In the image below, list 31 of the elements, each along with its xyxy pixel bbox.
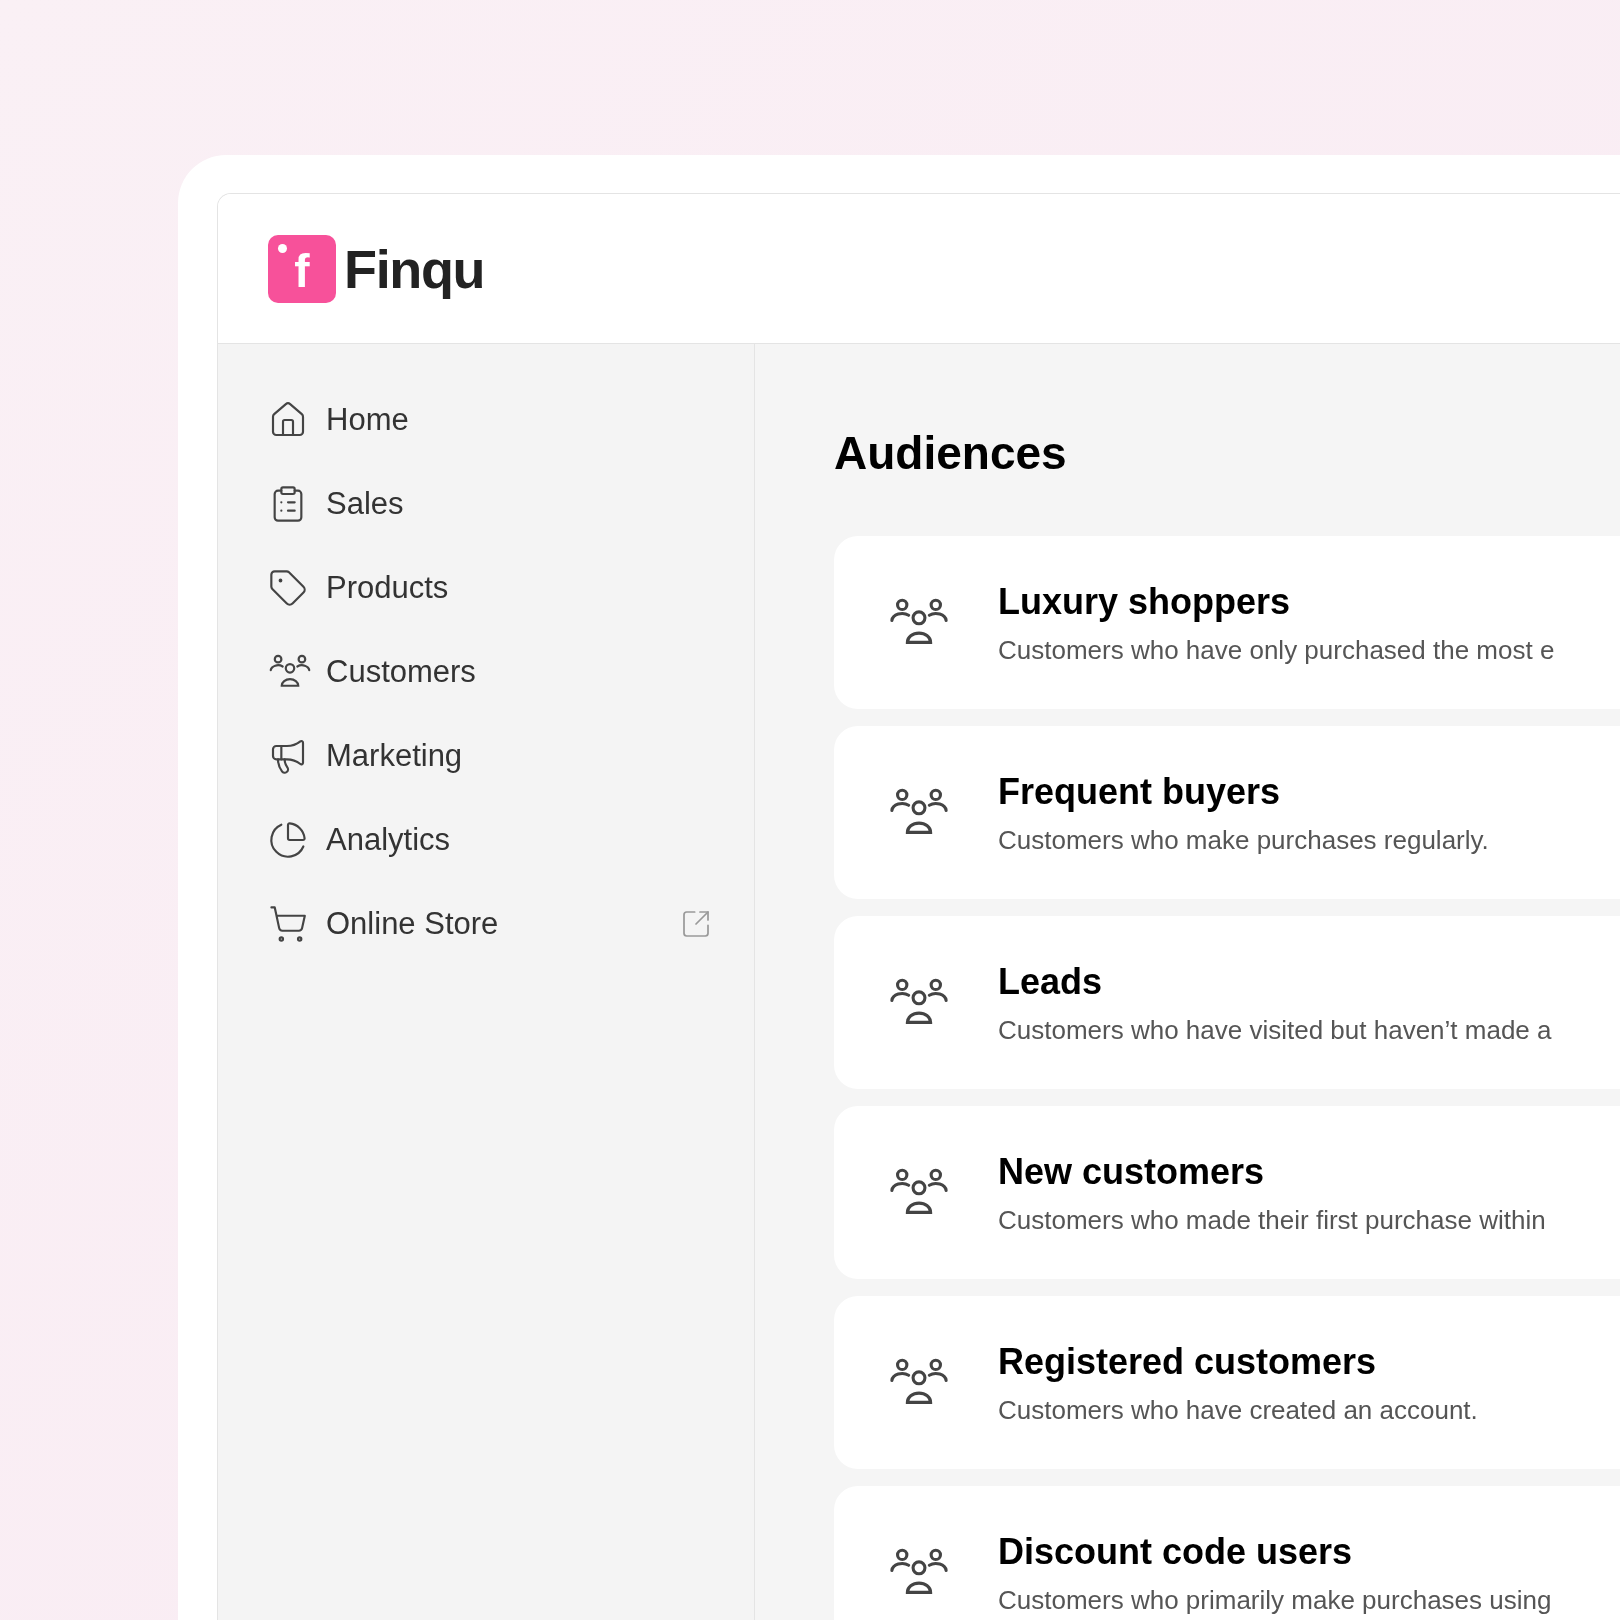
audience-card[interactable]: Registered customers Customers who have created an account. (834, 1296, 1620, 1469)
sidebar-item[interactable]: Sales (268, 484, 712, 524)
audience-name: Frequent buyers (998, 769, 1282, 814)
audience-card[interactable]: Luxury shoppers Customers who have only purchased the most e (834, 536, 1620, 709)
audience-card[interactable]: Leads Customers who have visited but haven’t made a (834, 916, 1620, 1089)
audience-name: New customers (998, 1149, 1266, 1194)
audience-name: Registered customers (998, 1339, 1378, 1384)
sidebar-item[interactable]: Customers (268, 652, 712, 692)
cart-icon (268, 904, 308, 944)
audience-description: Customers who primarily make purchases using (998, 1583, 1552, 1617)
sidebar-item[interactable]: Products (268, 568, 712, 608)
tag-icon (268, 568, 308, 608)
audience-name: Discount code users (998, 1529, 1354, 1574)
sidebar-item[interactable]: Home (268, 400, 712, 440)
audience-card[interactable]: Discount code users Customers who primarily make purchases using (834, 1486, 1620, 1620)
page-title: Audiences (834, 430, 1068, 476)
audience-description: Customers who make purchases regularly. (998, 823, 1489, 857)
audience-description: Customers who have visited but haven’t made a (998, 1013, 1552, 1047)
audience-name: Leads (998, 959, 1104, 1004)
audience-card[interactable]: New customers Customers who made their first purchase within (834, 1106, 1620, 1279)
audience-card[interactable]: Frequent buyers Customers who make purchases regularly. (834, 726, 1620, 899)
audience-description: Customers who made their first purchase within (998, 1203, 1546, 1237)
pie-chart-icon (268, 820, 308, 860)
audience-name: Luxury shoppers (998, 579, 1292, 624)
sidebar-item[interactable]: Online Store (268, 904, 712, 944)
logo[interactable]: f Finqu (268, 234, 485, 303)
audience-description: Customers who have created an account. (998, 1393, 1478, 1427)
sidebar-item[interactable]: Marketing (268, 736, 712, 776)
external-link-icon[interactable] (680, 908, 712, 940)
sidebar-item[interactable]: Analytics (268, 820, 712, 860)
audience-description: Customers who have only purchased the most e (998, 633, 1555, 667)
